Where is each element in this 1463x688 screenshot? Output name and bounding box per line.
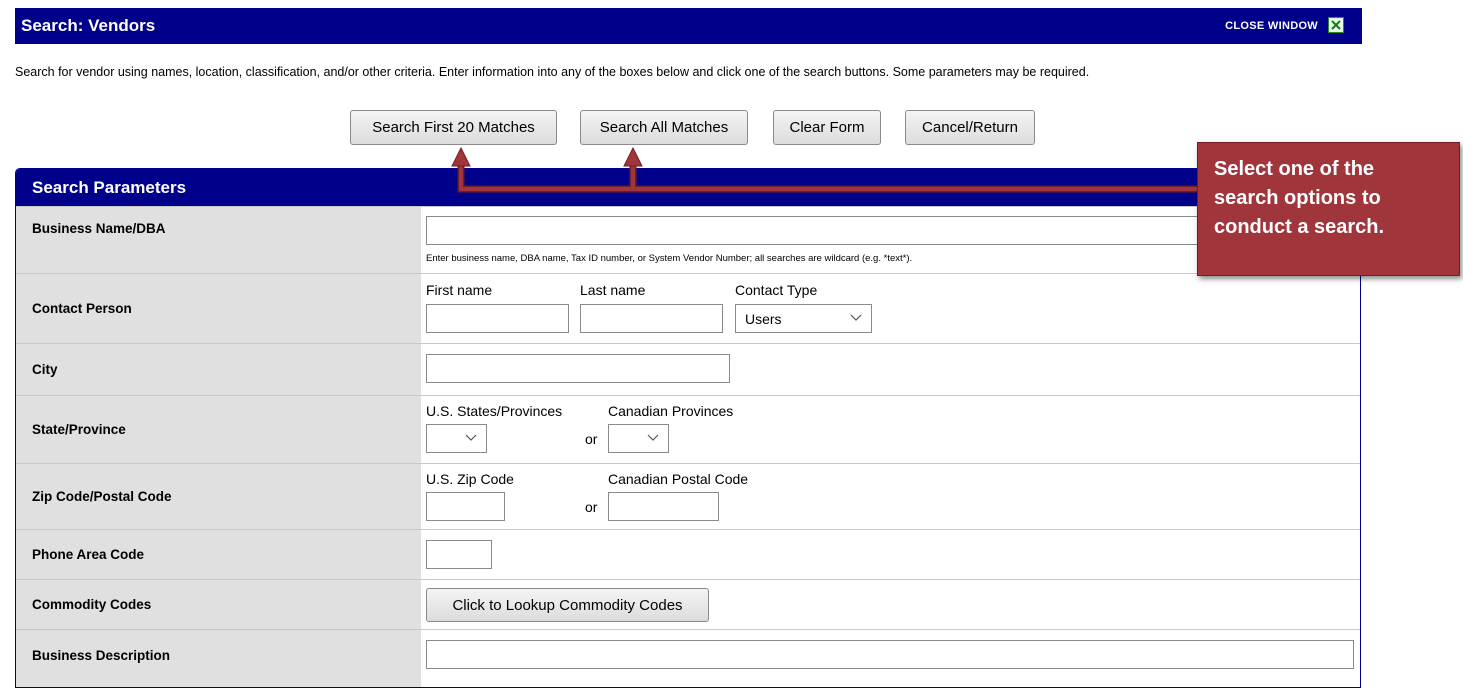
row-business-description: Business Description	[16, 629, 1360, 687]
row-business-name: Business Name/DBA Enter business name, D…	[16, 206, 1360, 273]
business-name-label: Business Name/DBA	[16, 207, 421, 273]
clear-form-button[interactable]: Clear Form	[773, 110, 881, 145]
business-description-input[interactable]	[426, 640, 1354, 669]
or-text: or	[585, 431, 598, 447]
row-city: City	[16, 343, 1360, 395]
us-zip-caption: U.S. Zip Code	[426, 471, 514, 487]
chevron-down-icon	[647, 434, 659, 441]
commodity-codes-label: Commodity Codes	[16, 580, 421, 629]
row-phone-area-code: Phone Area Code	[16, 529, 1360, 579]
us-zip-input[interactable]	[426, 492, 505, 521]
first-name-caption: First name	[426, 282, 493, 298]
us-states-caption: U.S. States/Provinces	[426, 403, 563, 419]
contact-person-label: Contact Person	[16, 274, 421, 343]
close-x-icon[interactable]	[1328, 17, 1344, 33]
callout-line: Select one of the	[1214, 158, 1375, 180]
contact-type-caption: Contact Type	[735, 282, 818, 298]
contact-type-select[interactable]: Users	[735, 304, 872, 333]
lookup-commodity-codes-button[interactable]: Click to Lookup Commodity Codes	[426, 588, 709, 622]
chevron-down-icon	[850, 314, 862, 321]
last-name-caption: Last name	[580, 282, 646, 298]
chevron-down-icon	[465, 434, 477, 441]
business-name-hint: Enter business name, DBA name, Tax ID nu…	[426, 253, 913, 264]
instruction-callout: Select one of the search options to cond…	[1197, 142, 1460, 276]
phone-area-code-label: Phone Area Code	[16, 530, 421, 579]
intro-text: Search for vendor using names, location,…	[15, 65, 1090, 79]
row-zip-postal: Zip Code/Postal Code U.S. Zip Code or Ca…	[16, 463, 1360, 529]
business-description-label: Business Description	[16, 630, 421, 687]
first-name-input[interactable]	[426, 304, 569, 333]
city-input[interactable]	[426, 354, 730, 383]
canadian-province-select[interactable]	[608, 424, 669, 453]
search-first-20-button[interactable]: Search First 20 Matches	[350, 110, 557, 145]
state-province-label: State/Province	[16, 396, 421, 463]
cancel-return-button[interactable]: Cancel/Return	[905, 110, 1035, 145]
panel-title: Search Parameters	[16, 169, 1360, 206]
search-parameters-panel: Search Parameters Business Name/DBA Ente…	[15, 168, 1361, 688]
or-text: or	[585, 499, 598, 515]
canadian-postal-input[interactable]	[608, 492, 719, 521]
canadian-postal-caption: Canadian Postal Code	[608, 471, 749, 487]
last-name-input[interactable]	[580, 304, 723, 333]
callout-line: conduct a search.	[1214, 216, 1385, 238]
row-contact-person: Contact Person First name Last name Cont…	[16, 273, 1360, 343]
close-window-link[interactable]: CLOSE WINDOW	[1225, 20, 1318, 32]
search-all-button[interactable]: Search All Matches	[580, 110, 748, 145]
row-state-province: State/Province U.S. States/Provinces or …	[16, 395, 1360, 463]
window-title-bar: Search: Vendors CLOSE WINDOW	[15, 8, 1362, 44]
us-state-select[interactable]	[426, 424, 487, 453]
contact-type-value: Users	[745, 311, 782, 327]
phone-area-code-input[interactable]	[426, 540, 492, 569]
row-commodity-codes: Commodity Codes Click to Lookup Commodit…	[16, 579, 1360, 629]
window-title: Search: Vendors	[21, 16, 156, 35]
city-label: City	[16, 344, 421, 395]
zip-postal-label: Zip Code/Postal Code	[16, 464, 421, 529]
canadian-provinces-caption: Canadian Provinces	[608, 403, 734, 419]
callout-line: search options to	[1214, 187, 1381, 209]
